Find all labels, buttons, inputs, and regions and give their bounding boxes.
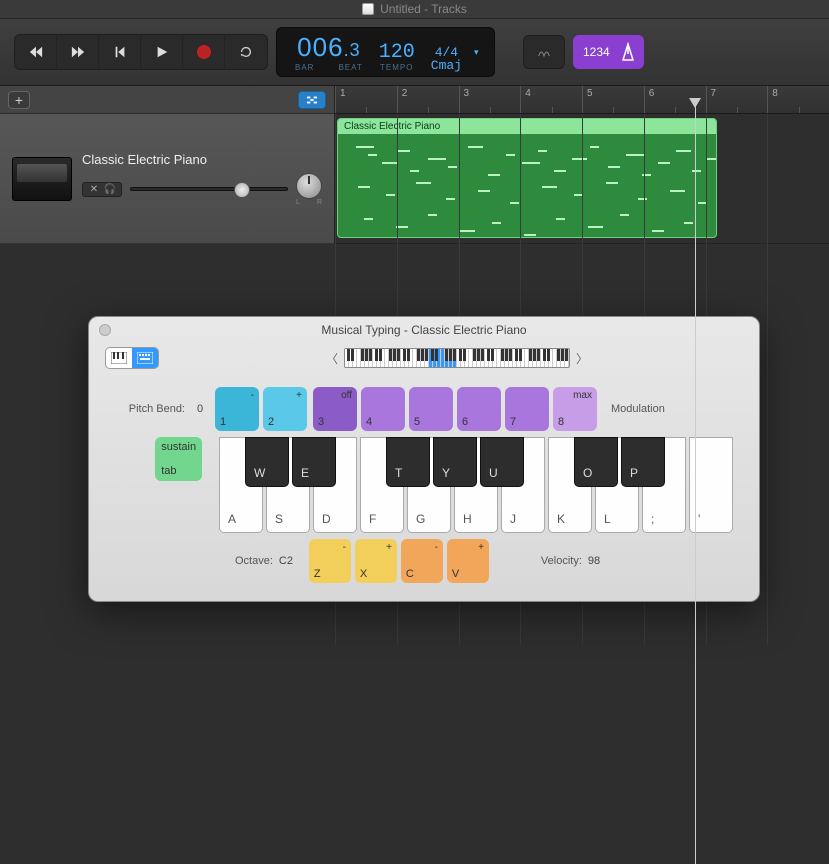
midi-region[interactable]: Classic Electric Piano xyxy=(337,118,717,238)
modulation-key-4[interactable]: 4 xyxy=(361,387,405,431)
record-icon xyxy=(197,45,211,59)
octave-velocity-key-C[interactable]: -C xyxy=(401,539,443,583)
track-filter-button[interactable] xyxy=(298,91,326,109)
sustain-label: sustain xyxy=(161,441,196,453)
octave-velocity-key-V[interactable]: +V xyxy=(447,539,489,583)
tempo-value[interactable]: 120 xyxy=(379,43,415,63)
document-title: Untitled - Tracks xyxy=(380,2,467,16)
pitch-bend-row: Pitch Bend: 0 -1+2 off34567max8 Modulati… xyxy=(115,387,733,431)
sustain-key[interactable]: sustain tab xyxy=(155,437,202,481)
pitch-bend-key-1[interactable]: -1 xyxy=(215,387,259,431)
cycle-button[interactable] xyxy=(225,35,267,69)
mute-solo-group: ✕ 🎧 xyxy=(82,182,122,197)
region-name: Classic Electric Piano xyxy=(338,119,716,134)
go-to-start-button[interactable] xyxy=(99,35,141,69)
piano-view-button[interactable] xyxy=(106,348,132,368)
ruler-bar[interactable]: 3 xyxy=(459,86,521,113)
track-header-top: + xyxy=(0,86,334,114)
add-track-button[interactable]: + xyxy=(8,91,30,109)
position-bar: 006 xyxy=(297,32,343,63)
count-in-group: 1234 xyxy=(573,35,644,69)
keyboard-view-button[interactable] xyxy=(132,348,158,368)
keyboard-range-nav: 〈 〉 xyxy=(171,348,743,368)
ruler-bar[interactable]: 1 xyxy=(335,86,397,113)
volume-slider[interactable] xyxy=(130,187,288,191)
ruler-bar[interactable]: 2 xyxy=(397,86,459,113)
black-key-T[interactable]: T xyxy=(386,437,430,487)
lcd-display[interactable]: 006.3 BARBEAT 120 TEMPO 4/4 Cmaj ▾ xyxy=(276,27,495,77)
track-name: Classic Electric Piano xyxy=(82,152,322,167)
count-in-button[interactable]: 1234 xyxy=(579,45,614,59)
toolbar: 006.3 BARBEAT 120 TEMPO 4/4 Cmaj ▾ 1234 xyxy=(0,19,829,86)
octave-label: Octave: xyxy=(235,555,273,567)
modulation-key-5[interactable]: 5 xyxy=(409,387,453,431)
pan-knob[interactable] xyxy=(296,173,322,199)
transport-controls xyxy=(14,34,268,70)
rewind-button[interactable] xyxy=(15,35,57,69)
velocity-value: 98 xyxy=(588,555,600,567)
timeline-ruler[interactable]: 12345678 xyxy=(335,86,829,114)
mtw-titlebar[interactable]: Musical Typing - Classic Electric Piano xyxy=(89,317,759,343)
bar-label: BAR xyxy=(295,63,314,72)
pitch-bend-key-2[interactable]: +2 xyxy=(263,387,307,431)
metronome-button[interactable] xyxy=(618,42,638,62)
document-title-bar: Untitled - Tracks xyxy=(0,0,829,19)
black-key-W[interactable]: W xyxy=(245,437,289,487)
black-key-U[interactable]: U xyxy=(480,437,524,487)
sustain-key-label: tab xyxy=(161,465,196,477)
black-key-Y[interactable]: Y xyxy=(433,437,477,487)
octave-velocity-key-Z[interactable]: -Z xyxy=(309,539,351,583)
position-beat: .3 xyxy=(344,40,361,61)
ruler-bar[interactable]: 4 xyxy=(520,86,582,113)
mtw-title: Musical Typing - Classic Electric Piano xyxy=(119,323,729,337)
close-window-button[interactable] xyxy=(99,324,111,336)
playhead[interactable] xyxy=(695,100,696,864)
ruler-bar[interactable]: 7 xyxy=(706,86,768,113)
arrange-area[interactable]: 12345678 Classic Electric Piano xyxy=(335,86,829,244)
range-right-button[interactable]: 〉 xyxy=(576,350,588,367)
pitch-bend-value: 0 xyxy=(191,403,209,415)
beat-label: BEAT xyxy=(338,63,362,72)
modulation-key-7[interactable]: 7 xyxy=(505,387,549,431)
octave-velocity-key-X[interactable]: +X xyxy=(355,539,397,583)
keyboard-range-display[interactable] xyxy=(344,348,570,368)
document-icon xyxy=(362,3,374,15)
key-signature[interactable]: Cmaj xyxy=(431,59,462,72)
modulation-label: Modulation xyxy=(611,403,665,415)
black-key-P[interactable]: P xyxy=(621,437,665,487)
ruler-bar[interactable]: 5 xyxy=(582,86,644,113)
tempo-label: TEMPO xyxy=(380,63,413,72)
velocity-label: Velocity: xyxy=(541,555,582,567)
modulation-key-8[interactable]: max8 xyxy=(553,387,597,431)
range-left-button[interactable]: 〈 xyxy=(326,350,338,367)
black-key-O[interactable]: O xyxy=(574,437,618,487)
piano-keyboard: ASDFGHJKL;'WETYUOP xyxy=(219,437,733,533)
pan-left-label: L xyxy=(296,199,300,206)
solo-button[interactable]: 🎧 xyxy=(103,184,117,195)
lcd-dropdown-icon[interactable]: ▾ xyxy=(474,47,484,58)
workspace: + Classic Electric Piano ✕ 🎧 L R xyxy=(0,86,829,244)
octave-value: C2 xyxy=(279,555,303,567)
tuner-button[interactable] xyxy=(523,35,565,69)
pan-right-label: R xyxy=(317,199,322,206)
play-button[interactable] xyxy=(141,35,183,69)
view-mode-segment xyxy=(105,347,159,369)
black-key-E[interactable]: E xyxy=(292,437,336,487)
pitch-bend-label: Pitch Bend: xyxy=(115,403,185,415)
ruler-bar[interactable]: 8 xyxy=(767,86,829,113)
modulation-key-3[interactable]: off3 xyxy=(313,387,357,431)
track-header-column: + Classic Electric Piano ✕ 🎧 L R xyxy=(0,86,335,244)
track-row[interactable]: Classic Electric Piano ✕ 🎧 L R xyxy=(0,114,334,244)
track-instrument-icon xyxy=(12,157,72,201)
musical-typing-window[interactable]: Musical Typing - Classic Electric Piano … xyxy=(88,316,760,602)
octave-velocity-row: Octave: C2 -Z+X-C+V Velocity: 98 xyxy=(235,539,733,583)
volume-thumb[interactable] xyxy=(234,182,250,198)
forward-button[interactable] xyxy=(57,35,99,69)
region-notes xyxy=(338,134,716,238)
mute-button[interactable]: ✕ xyxy=(87,184,101,195)
record-button[interactable] xyxy=(183,35,225,69)
modulation-key-6[interactable]: 6 xyxy=(457,387,501,431)
